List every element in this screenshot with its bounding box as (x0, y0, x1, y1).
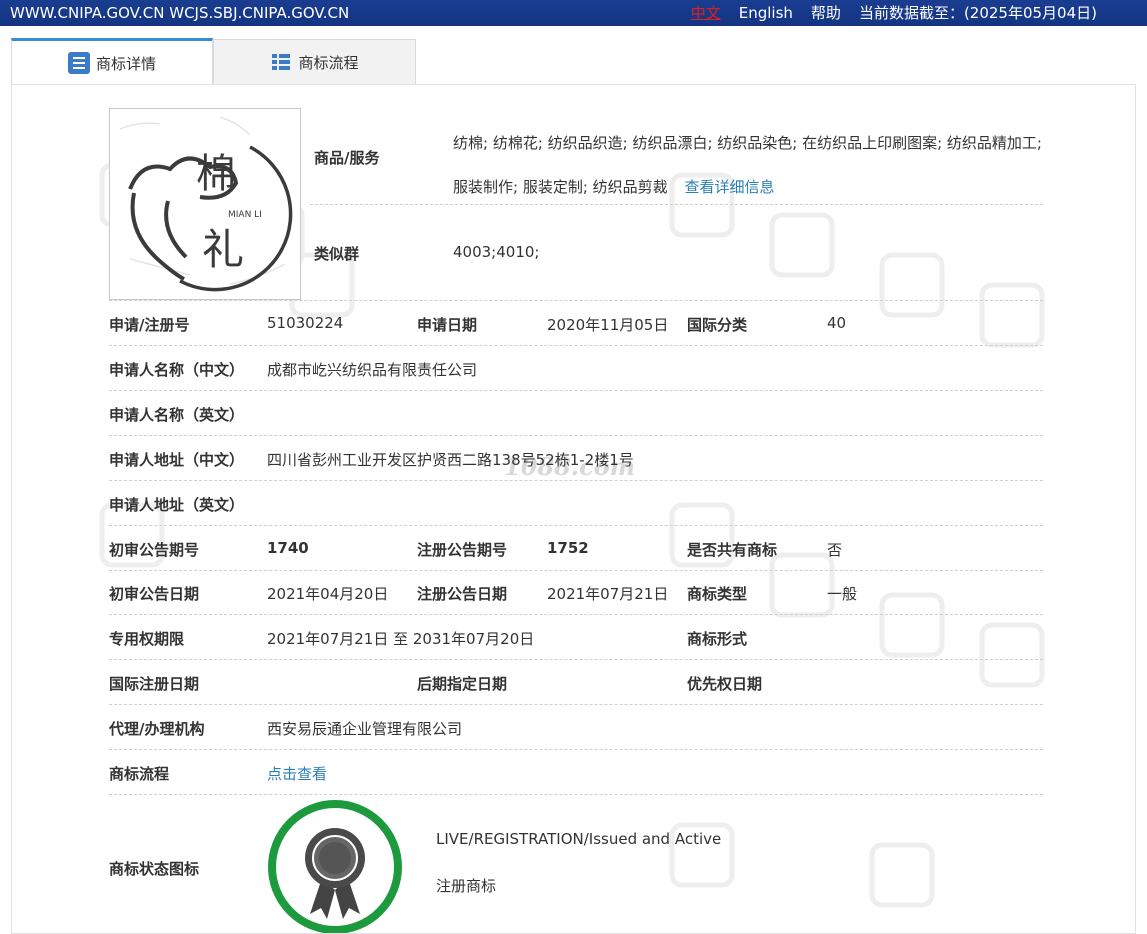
process-view-link[interactable]: 点击查看 (267, 763, 327, 784)
divider (109, 614, 1043, 615)
reg-date-value: 2021年07月21日 (547, 585, 669, 603)
registered-status-icon (268, 800, 402, 933)
logo-char-1: 棉 (196, 151, 236, 197)
shared-label: 是否共有商标 (687, 541, 778, 559)
divider (310, 204, 1043, 205)
tm-type-label: 商标类型 (687, 585, 748, 603)
intl-reg-date-label: 国际注册日期 (109, 675, 200, 693)
tab-trademark-detail[interactable]: 商标详情 (11, 38, 213, 85)
status-cn: 注册商标 (436, 877, 497, 895)
reg-no-value: 51030224 (267, 314, 344, 332)
divider (109, 435, 1043, 436)
tab-label: 商标流程 (298, 53, 359, 72)
later-date-label: 后期指定日期 (417, 675, 508, 693)
applicant-cn-label: 申请人名称（中文） (109, 361, 245, 379)
prelim-date-label: 初审公告日期 (109, 585, 200, 603)
divider (109, 345, 1043, 346)
trademark-image: 棉 MIAN LI 礼 (109, 108, 301, 300)
lang-en-link[interactable]: English (739, 0, 793, 26)
reg-no-label: 申请/注册号 (109, 316, 190, 334)
goods-services: 纺棉; 纺棉花; 纺织品织造; 纺织品漂白; 纺织品染色; 在纺织品上印刷图案;… (453, 121, 1048, 209)
lang-zh-link[interactable]: 中文 (691, 0, 721, 26)
similar-group-label: 类似群 (314, 245, 360, 263)
reg-issue-label: 注册公告期号 (417, 541, 508, 559)
divider (109, 300, 1043, 301)
exclusive-label: 专用权期限 (109, 630, 185, 648)
tab-bar: 商标详情 商标流程 (11, 38, 416, 85)
divider (109, 390, 1043, 391)
detail-panel: 1088.com 棉 MIAN LI 礼 商品/服务 纺棉; 纺棉花; 纺织品织… (11, 84, 1136, 934)
tm-type-value: 一般 (827, 585, 858, 603)
status-en: LIVE/REGISTRATION/Issued and Active (436, 830, 722, 848)
divider (109, 480, 1043, 481)
site-urls: WWW.CNIPA.GOV.CN WCJS.SBJ.CNIPA.GOV.CN (10, 4, 350, 22)
applicant-cn-value: 成都市屹兴纺织品有限责任公司 (267, 361, 478, 379)
agent-value: 西安易辰通企业管理有限公司 (267, 720, 463, 738)
similar-group-value: 4003;4010; (453, 243, 540, 261)
prelim-issue-value: 1740 (267, 539, 309, 557)
tm-form-label: 商标形式 (687, 630, 748, 648)
exclusive-value: 2021年07月21日 至 2031年07月20日 (267, 630, 535, 648)
trademark-logo: 棉 MIAN LI 礼 (119, 116, 293, 292)
apply-date-label: 申请日期 (417, 316, 478, 334)
divider (109, 794, 1043, 795)
list-grid-icon (272, 54, 291, 70)
divider (109, 570, 1043, 571)
divider (109, 525, 1043, 526)
tab-label: 商标详情 (95, 54, 156, 73)
process-label: 商标流程 (109, 765, 170, 783)
intl-class-value: 40 (827, 314, 847, 332)
data-date: 当前数据截至：(2025年05月04日) (858, 4, 1097, 22)
prelim-date-value: 2021年04月20日 (267, 585, 389, 603)
agent-label: 代理/办理机构 (109, 720, 205, 738)
divider (109, 704, 1043, 705)
address-en-label: 申请人地址（英文） (109, 496, 245, 514)
top-bar: WWW.CNIPA.GOV.CN WCJS.SBJ.CNIPA.GOV.CN 中… (0, 0, 1147, 26)
applicant-en-label: 申请人名称（英文） (109, 406, 245, 424)
list-doc-icon (67, 52, 90, 74)
prelim-issue-label: 初审公告期号 (109, 541, 200, 559)
intl-class-label: 国际分类 (687, 316, 748, 334)
goods-label: 商品/服务 (314, 149, 380, 167)
logo-small-text: MIAN LI (228, 210, 262, 220)
goods-more-link[interactable]: 查看详细信息 (684, 178, 774, 196)
logo-char-2: 礼 (202, 225, 244, 274)
divider (109, 659, 1043, 660)
address-cn-value: 四川省彭州工业开发区护贤西二路138号52栋1-2楼1号 (267, 451, 634, 469)
apply-date-value: 2020年11月05日 (547, 316, 669, 334)
divider (109, 749, 1043, 750)
status-icon-label: 商标状态图标 (109, 860, 200, 878)
reg-issue-value: 1752 (547, 539, 589, 557)
priority-date-label: 优先权日期 (687, 675, 763, 693)
tab-trademark-process[interactable]: 商标流程 (213, 39, 416, 84)
reg-date-label: 注册公告日期 (417, 585, 508, 603)
shared-value: 否 (827, 541, 843, 559)
address-cn-label: 申请人地址（中文） (109, 451, 245, 469)
help-link[interactable]: 帮助 (811, 0, 841, 26)
